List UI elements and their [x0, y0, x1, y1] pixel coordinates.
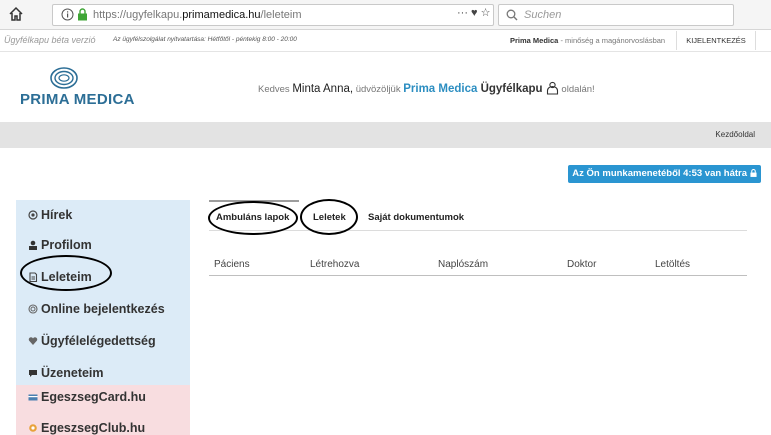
tabs-divider: [209, 230, 747, 231]
lock-icon: [78, 8, 87, 21]
clock-icon: [28, 304, 38, 314]
home-link[interactable]: Kezdőoldal: [715, 130, 755, 139]
lock-icon: [750, 169, 757, 177]
logout-button[interactable]: KIJELENTKEZÉS: [676, 31, 756, 50]
browser-search-input[interactable]: Suchen: [498, 4, 734, 26]
column-header-naploszam[interactable]: Naplószám: [438, 259, 488, 270]
session-timer-badge: Az Ön munkamenetéből 4:53 van hátra: [568, 165, 761, 183]
tab-ambulans-lapok[interactable]: Ambuláns lapok: [216, 208, 289, 228]
column-header-letrehozva[interactable]: Létrehozva: [310, 259, 359, 270]
sidebar-item-egeszsegcard[interactable]: EgeszsegCard.hu: [16, 385, 190, 411]
url-text: https://ugyfelkapu.primamedica.hu/lelete…: [93, 9, 302, 21]
chat-icon: [29, 370, 37, 377]
table-header-divider: [209, 275, 747, 276]
beta-label: Ügyfélkapu béta verzió: [4, 35, 96, 45]
sidebar-item-leleteim[interactable]: Leleteim: [16, 260, 190, 294]
tab-sajat-dokumentumok[interactable]: Saját dokumentumok: [368, 208, 464, 228]
heart-icon: [28, 337, 38, 345]
user-name: Minta Anna,: [292, 83, 354, 95]
sidebar: Hírek Profilom Leleteim Online bejelentk…: [16, 200, 190, 435]
sidebar-item-profilom[interactable]: Profilom: [16, 230, 190, 260]
club-icon: [29, 424, 37, 432]
brand-tagline: Prima Medica - minőség a magánorvoslásba…: [510, 36, 666, 45]
person-icon: [546, 81, 558, 95]
logo-text: PRIMA MEDICA: [20, 91, 135, 108]
sidebar-item-uzeneteim[interactable]: Üzeneteim: [16, 358, 190, 385]
sidebar-item-hirek[interactable]: Hírek: [16, 200, 190, 230]
sidebar-item-ugyfelelegedettseg[interactable]: Ügyfélelégedettség: [16, 324, 190, 358]
globe-icon: [28, 210, 38, 220]
card-icon: [28, 394, 38, 401]
navigation-bar: Kezdőoldal: [0, 122, 771, 148]
welcome-message: Kedves Minta Anna, üdvözöljük Prima Medi…: [258, 81, 595, 95]
browser-toolbar: https://ugyfelkapu.primamedica.hu/lelete…: [0, 0, 771, 30]
column-header-paciens[interactable]: Páciens: [214, 259, 250, 270]
active-tab-indicator: [209, 200, 299, 202]
info-bar: Ügyfélkapu béta verzió Az ügyfélszolgála…: [0, 30, 771, 52]
logo-swirl-icon: [50, 67, 78, 89]
address-bar[interactable]: https://ugyfelkapu.primamedica.hu/lelete…: [52, 4, 494, 26]
opening-hours: Az ügyfélszolgálat nyitvatartása: Hétfőt…: [113, 36, 297, 43]
sidebar-item-egeszsegclub[interactable]: EgeszsegClub.hu: [16, 411, 190, 435]
sidebar-item-online-bejelentkezes[interactable]: Online bejelentkezés: [16, 294, 190, 324]
column-header-doktor[interactable]: Doktor: [567, 259, 596, 270]
home-icon[interactable]: [8, 6, 24, 22]
search-icon: [506, 9, 518, 21]
tab-leletek[interactable]: Leletek: [313, 208, 346, 228]
user-icon: [29, 240, 37, 250]
column-header-letoltes[interactable]: Letöltés: [655, 259, 690, 270]
document-icon: [29, 272, 38, 282]
info-icon[interactable]: [61, 8, 74, 21]
prima-medica-logo[interactable]: PRIMA MEDICA: [20, 66, 134, 111]
